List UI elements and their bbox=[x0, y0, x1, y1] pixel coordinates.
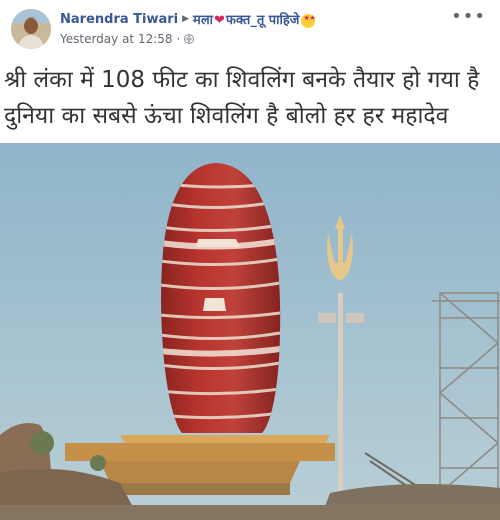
author-name-link[interactable]: Narendra Tiwari bbox=[60, 12, 178, 27]
caption-line-1: श्री लंका में 108 फीट का शिवलिंग बनके तै… bbox=[4, 67, 480, 93]
facebook-post: Narendra Tiwari ▶ मला❤फक्त_तू पाहिजे Yes… bbox=[0, 0, 500, 520]
group-name-link[interactable]: मला❤फक्त_तू पाहिजे bbox=[193, 10, 316, 28]
post-photo[interactable]: श्री लंका में 108 फीट का शिवलिंग बनके तै… bbox=[0, 55, 500, 520]
avatar[interactable] bbox=[11, 9, 51, 49]
shivling-photo bbox=[0, 143, 500, 520]
photo-caption: श्री लंका में 108 फीट का शिवलिंग बनके तै… bbox=[0, 55, 500, 143]
group-name-prefix: मला bbox=[193, 13, 214, 28]
post-header: Narendra Tiwari ▶ मला❤फक्त_तू पाहिजे Yes… bbox=[0, 0, 500, 52]
caption-line-2: दुनिया का सबसे ऊंचा शिवलिंग है बोलो हर ह… bbox=[4, 103, 449, 129]
post-meta: Yesterday at 12:58 · bbox=[60, 31, 195, 47]
star-struck-emoji-icon bbox=[301, 13, 316, 28]
avatar-image bbox=[11, 9, 51, 49]
post-timestamp[interactable]: Yesterday at 12:58 bbox=[60, 32, 173, 46]
heart-icon: ❤ bbox=[214, 13, 225, 28]
globe-icon bbox=[184, 34, 195, 44]
post-title-line: Narendra Tiwari ▶ मला❤फक्त_तू पाहिजे bbox=[60, 9, 316, 29]
caret-right-icon: ▶ bbox=[182, 14, 190, 24]
separator-dot: · bbox=[176, 32, 181, 46]
group-name-suffix: फक्त_तू पाहिजे bbox=[225, 13, 300, 28]
more-options-icon[interactable]: ••• bbox=[451, 8, 486, 26]
